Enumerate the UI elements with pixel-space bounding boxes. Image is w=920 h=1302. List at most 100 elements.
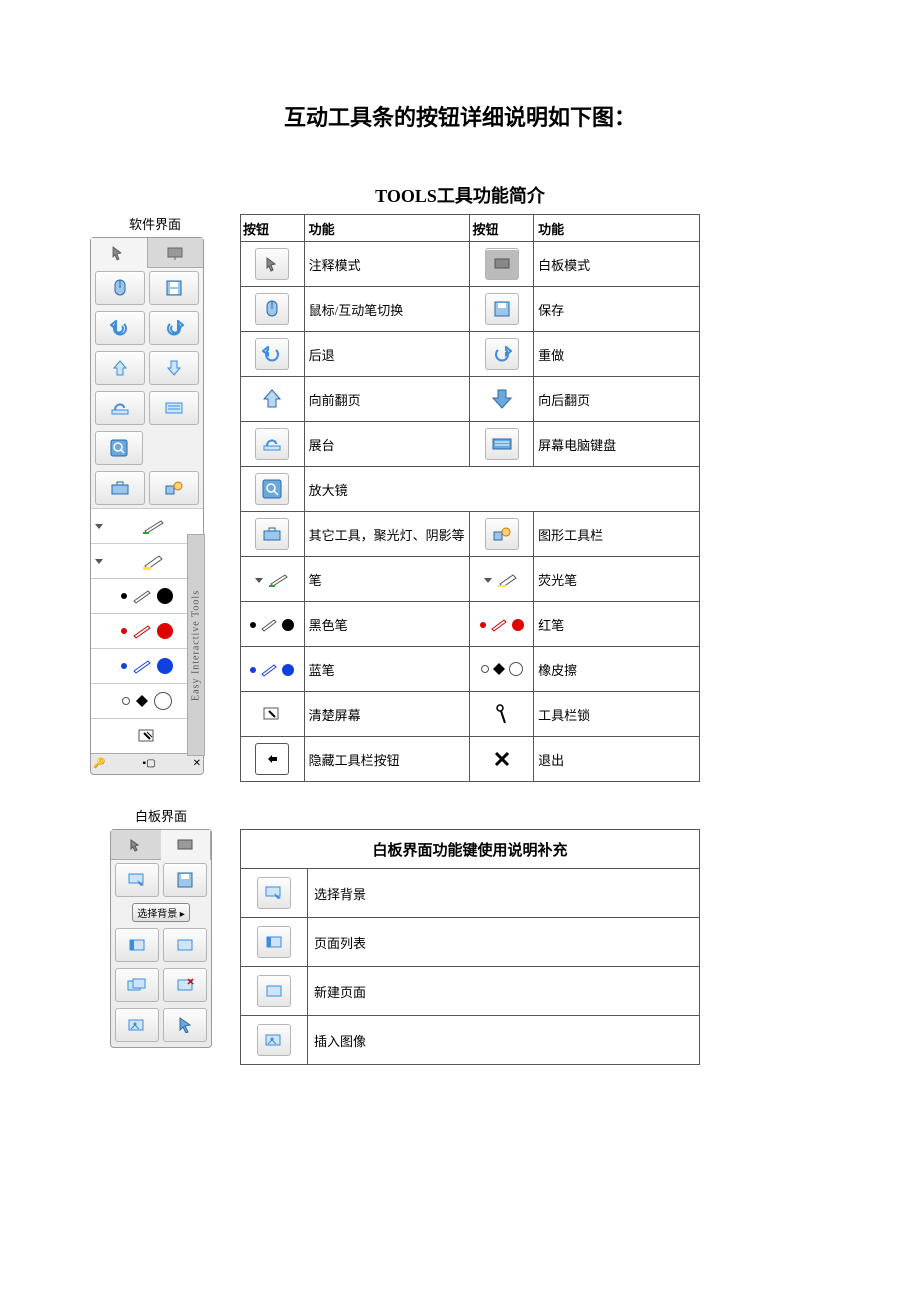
new-page-icon [257, 975, 291, 1007]
dot-small-icon [121, 593, 127, 599]
page-list-button[interactable] [115, 928, 159, 962]
software-panel-label: 软件界面 [90, 214, 220, 233]
save-button[interactable] [149, 271, 199, 305]
lock-icon[interactable]: 🔑 [93, 758, 105, 769]
func-label: 橡皮擦 [534, 647, 700, 692]
arrow-cursor-icon [178, 1017, 192, 1033]
whiteboard-function-table: 白板界面功能键使用说明补充 选择背景 页面列表 新建页面 插入图像 [240, 829, 700, 1065]
circle-large-icon [154, 692, 172, 710]
magnifier-button[interactable] [95, 431, 143, 465]
cursor-icon [110, 245, 128, 261]
highlighter-icon [484, 573, 519, 587]
zoom-icon [255, 473, 289, 505]
tab-whiteboard[interactable] [148, 238, 204, 268]
dot-large-icon [157, 658, 173, 674]
page-title: 互动工具条的按钮详细说明如下图： [90, 100, 830, 132]
collapse-icon[interactable]: ▪▢ [143, 758, 156, 769]
shapes-icon [485, 518, 519, 550]
toolbox-button[interactable] [95, 471, 145, 505]
circle-small-icon [122, 697, 130, 705]
doc-camera-icon [255, 428, 289, 460]
tools-title: TOOLS工具功能简介 [90, 182, 830, 208]
collapse-icon [255, 743, 289, 775]
delete-page-icon [176, 978, 194, 992]
func-label: 工具栏锁 [534, 692, 700, 737]
page-list-icon [128, 938, 146, 952]
func-label: 向后翻页 [534, 377, 700, 422]
arrow-down-icon [486, 384, 518, 414]
shapes-icon [164, 480, 184, 496]
page-prev-button[interactable] [95, 351, 145, 385]
copy-page-icon [127, 978, 147, 992]
func-label: 重做 [534, 332, 700, 377]
keyboard-icon [164, 401, 184, 415]
blue-pen-icon [250, 663, 294, 677]
delete-page-button[interactable] [163, 968, 207, 1002]
floppy-icon [165, 279, 183, 297]
func-label: 后退 [304, 332, 470, 377]
header-func-left: 功能 [304, 215, 470, 242]
clear-icon [256, 699, 288, 729]
tab-annotation[interactable] [91, 238, 148, 268]
func-label: 插入图像 [308, 1016, 700, 1065]
board-icon [166, 246, 184, 260]
board-icon [485, 248, 519, 280]
software-panel-column: 软件界面 [90, 214, 220, 775]
func-label: 新建页面 [308, 967, 700, 1016]
doc-camera-icon [110, 400, 130, 416]
pen-icon [141, 517, 167, 535]
software-toolbar: 🔑 ▪▢ ✕ Easy Interactive Tools [90, 237, 204, 775]
keyboard-button[interactable] [149, 391, 199, 425]
arrow-down-icon [166, 359, 182, 377]
func-label: 选择背景 [308, 869, 700, 918]
toolbox-icon [110, 480, 130, 496]
clear-icon [136, 727, 158, 745]
func-label: 注释模式 [304, 242, 470, 287]
pen-icon [255, 573, 290, 587]
keyboard-icon [485, 428, 519, 460]
tab-whiteboard[interactable] [161, 830, 212, 860]
whiteboard-section: 选择背景 ▸ 白板界面功能键使用说明补充 选择背景 页面列表 新建页面 插入图像 [90, 829, 830, 1065]
insert-image-icon [127, 1018, 147, 1032]
shapes-button[interactable] [149, 471, 199, 505]
page-next-button[interactable] [149, 351, 199, 385]
undo-button[interactable] [95, 311, 145, 345]
chevron-down-icon [95, 559, 103, 564]
func-label: 页面列表 [308, 918, 700, 967]
camera-button[interactable] [95, 391, 145, 425]
pointer-button[interactable] [163, 1008, 207, 1042]
undo-icon [255, 338, 289, 370]
cursor-icon [255, 248, 289, 280]
zoom-icon [109, 438, 129, 458]
redo-button[interactable] [149, 311, 199, 345]
tools-section: 软件界面 [90, 214, 830, 782]
func-label: 图形工具栏 [534, 512, 700, 557]
mouse-button[interactable] [95, 271, 145, 305]
select-bg-dropdown[interactable]: 选择背景 ▸ [132, 903, 190, 922]
arrow-up-icon [112, 359, 128, 377]
floppy-icon [485, 293, 519, 325]
red-pen-icon [480, 618, 524, 632]
redo-icon [164, 320, 184, 336]
dot-large-icon [157, 588, 173, 604]
whiteboard-table-title: 白板界面功能键使用说明补充 [241, 830, 700, 869]
tab-annotation[interactable] [111, 830, 161, 860]
select-bg-button[interactable] [115, 863, 159, 897]
func-label: 红笔 [534, 602, 700, 647]
toolbox-icon [255, 518, 289, 550]
func-label: 笔 [304, 557, 470, 602]
func-label: 荧光笔 [534, 557, 700, 602]
insert-image-button[interactable] [115, 1008, 159, 1042]
board-icon [177, 839, 193, 851]
new-page-icon [176, 938, 194, 952]
pen-icon [131, 658, 153, 674]
close-icon[interactable]: ✕ [193, 758, 201, 769]
copy-page-button[interactable] [115, 968, 159, 1002]
save-button[interactable] [163, 863, 207, 897]
whiteboard-panel-column: 选择背景 ▸ [90, 829, 220, 1048]
func-label: 隐藏工具栏按钮 [304, 737, 470, 782]
pen-icon [131, 588, 153, 604]
select-bg-icon [257, 877, 291, 909]
header-button-right: 按钮 [470, 215, 534, 242]
new-page-button[interactable] [163, 928, 207, 962]
